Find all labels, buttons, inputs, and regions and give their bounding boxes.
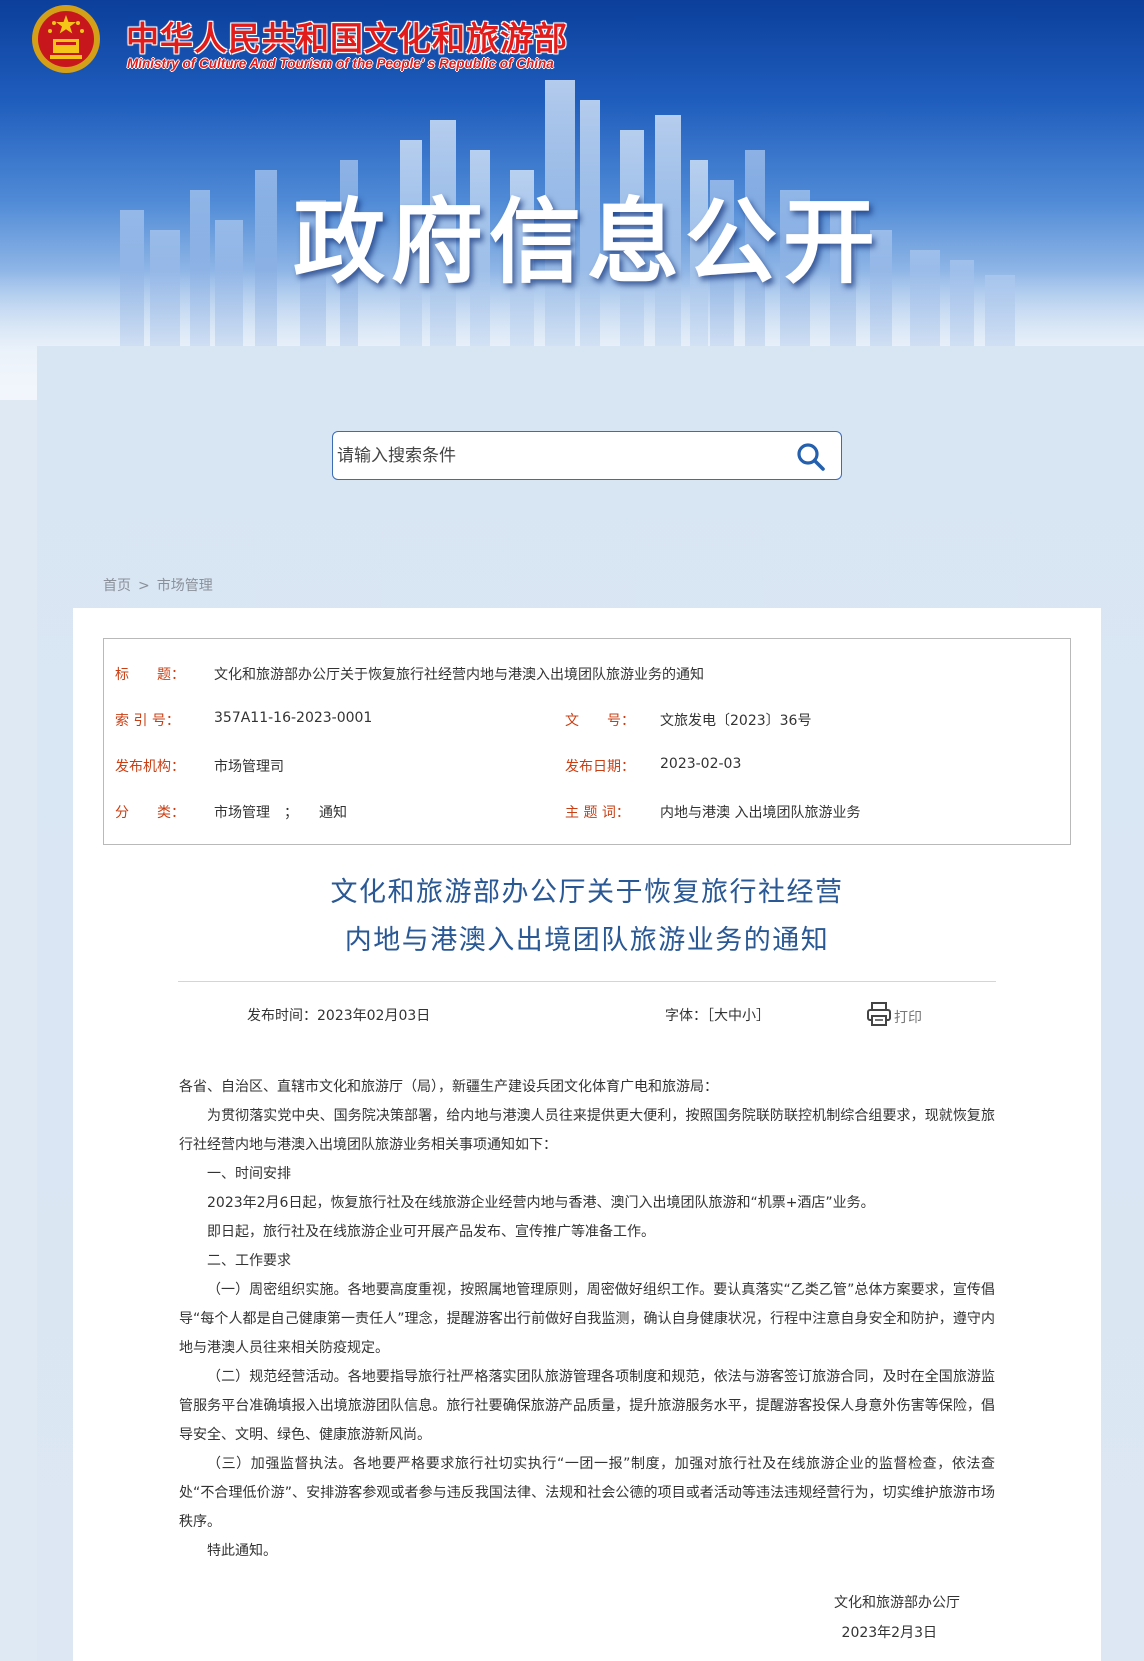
printer-icon — [867, 1002, 891, 1026]
article-body: 各省、自治区、直辖市文化和旅游厅（局），新疆生产建设兵团文化体育广电和旅游局： … — [179, 1073, 995, 1566]
meta-subject-value: 内地与港澳 入出境团队旅游业务 — [660, 805, 861, 821]
publish-time: 发布时间：2023年02月03日 — [247, 1008, 431, 1024]
search-input[interactable] — [337, 432, 777, 479]
breadcrumb-home-link[interactable]: 首页 — [103, 575, 131, 595]
paragraph: （三）加强监督执法。各地要严格要求旅行社切实执行“一团一报”制度，加强对旅行社及… — [179, 1456, 995, 1530]
search-box — [332, 431, 842, 480]
section-heading: 二、工作要求 — [207, 1253, 291, 1269]
meta-index-value: 357A11-16-2023-0001 — [214, 710, 373, 726]
meta-title-label: 标 题： — [115, 667, 185, 683]
banner-title: 政府信息公开 — [292, 189, 881, 296]
signature-organization: 文化和旅游部办公厅 — [834, 1595, 960, 1611]
meta-row-index: 索 引 号： 357A11-16-2023-0001 文 号： 文旅发电〔202… — [104, 710, 1070, 732]
title-divider — [178, 981, 996, 982]
meta-category-value: 市场管理 ； 通知 — [214, 805, 347, 821]
meta-row-org: 发布机构： 市场管理司 发布日期： 2023-02-03 — [104, 756, 1070, 778]
site-name-chinese: 中华人民共和国文化和旅游部 — [126, 19, 568, 58]
signature-date: 2023年2月3日 — [841, 1625, 937, 1641]
paragraph: 各省、自治区、直辖市文化和旅游厅（局），新疆生产建设兵团文化体育广电和旅游局： — [179, 1079, 718, 1095]
breadcrumb-current-link[interactable]: 市场管理 — [157, 575, 213, 595]
meta-category-label: 分 类： — [115, 805, 185, 821]
site-name-english: Ministry of Culture And Tourism of the P… — [127, 56, 554, 71]
meta-docno-label: 文 号： — [565, 713, 635, 729]
meta-row-title: 标 题： 文化和旅游部办公厅关于恢复旅行社经营内地与港澳入出境团队旅游业务的通知 — [104, 664, 1070, 686]
breadcrumb: 首页 > 市场管理 — [103, 575, 213, 595]
article-title-line-2: 内地与港澳入出境团队旅游业务的通知 — [344, 925, 830, 956]
header-banner: 中华人民共和国文化和旅游部 Ministry of Culture And To… — [0, 0, 1144, 400]
paragraph: （二）规范经营活动。各地要指导旅行社严格落实团队旅游管理各项制度和规范，依法与游… — [179, 1369, 995, 1443]
font-size-selector[interactable]: 字体：［大中小］ — [665, 1005, 770, 1025]
paragraph: 特此通知。 — [207, 1543, 277, 1559]
print-button[interactable]: 打印 — [866, 1001, 922, 1029]
meta-index-label: 索 引 号： — [115, 713, 180, 729]
print-label: 打印 — [894, 1010, 922, 1026]
document-meta-table: 标 题： 文化和旅游部办公厅关于恢复旅行社经营内地与港澳入出境团队旅游业务的通知… — [103, 638, 1071, 845]
meta-org-value: 市场管理司 — [214, 759, 284, 775]
meta-org-label: 发布机构： — [115, 759, 185, 775]
national-emblem-icon — [32, 5, 100, 73]
meta-date-label: 发布日期： — [565, 759, 635, 775]
breadcrumb-separator: > — [138, 578, 150, 594]
section-heading: 一、时间安排 — [207, 1166, 291, 1182]
paragraph: 即日起，旅行社及在线旅游企业可开展产品发布、宣传推广等准备工作。 — [207, 1224, 655, 1240]
meta-title-value: 文化和旅游部办公厅关于恢复旅行社经营内地与港澳入出境团队旅游业务的通知 — [214, 667, 704, 683]
article-title-line-1: 文化和旅游部办公厅关于恢复旅行社经营 — [330, 877, 844, 908]
meta-date-value: 2023-02-03 — [660, 756, 742, 772]
meta-docno-value: 文旅发电〔2023〕36号 — [660, 713, 812, 729]
paragraph: 为贯彻落实党中央、国务院决策部署，给内地与港澳人员往来提供更大便利，按照国务院联… — [179, 1108, 995, 1153]
paragraph: 2023年2月6日起，恢复旅行社及在线旅游企业经营内地与香港、澳门入出境团队旅游… — [207, 1195, 875, 1211]
meta-row-category: 分 类： 市场管理 ； 通知 主 题 词： 内地与港澳 入出境团队旅游业务 — [104, 802, 1070, 824]
search-icon[interactable] — [795, 441, 827, 473]
paragraph: （一）周密组织实施。各地要高度重视，按照属地管理原则，周密做好组织工作。要认真落… — [179, 1282, 995, 1356]
meta-subject-label: 主 题 词： — [565, 805, 630, 821]
